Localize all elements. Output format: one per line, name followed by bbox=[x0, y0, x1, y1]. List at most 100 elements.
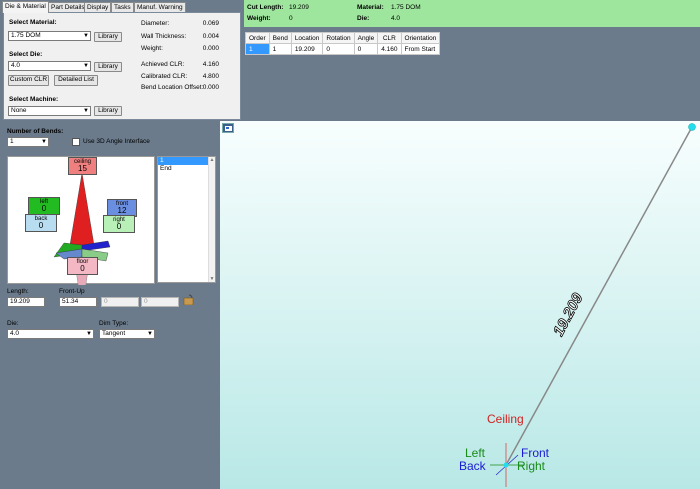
bend-table-header: Order Bend Location Rotation Angle CLR O… bbox=[245, 32, 441, 44]
list-item[interactable]: End bbox=[158, 165, 215, 173]
length-label: Length: bbox=[7, 288, 29, 295]
table-cell[interactable]: 0 bbox=[322, 43, 355, 55]
die-select-value: 4.0 bbox=[11, 62, 21, 69]
die-library-button[interactable]: Library bbox=[94, 62, 122, 72]
orient-front: Front bbox=[521, 446, 550, 460]
tube-end-point[interactable] bbox=[688, 123, 696, 131]
achieved-clr-value: 4.160 bbox=[202, 61, 219, 68]
material-select[interactable]: 1.75 DOM ▼ bbox=[8, 31, 91, 41]
material-value: 1.75 DOM bbox=[391, 4, 421, 11]
table-cell[interactable]: From Start bbox=[400, 43, 441, 55]
table-cell[interactable]: 0 bbox=[353, 43, 379, 55]
wall-thickness-value: 0.004 bbox=[202, 33, 219, 40]
die-label: Die: bbox=[357, 15, 370, 22]
front-value: 12 bbox=[117, 206, 127, 215]
tube-line bbox=[505, 126, 693, 466]
weight-label: Weight: bbox=[247, 15, 271, 22]
left-value: 0 bbox=[41, 204, 47, 213]
right-box[interactable]: right 0 bbox=[103, 215, 135, 233]
column-header[interactable]: Order bbox=[245, 32, 270, 44]
table-cell[interactable]: 1 bbox=[245, 43, 270, 55]
bend-die-value: 4.0 bbox=[10, 330, 20, 337]
diameter-value: 0.069 bbox=[202, 20, 219, 27]
direction-widget: ceiling 15 left 0 front 12 back 0 right 0 flo… bbox=[7, 156, 155, 285]
tab-tasks[interactable]: Tasks bbox=[111, 2, 134, 12]
bend-table: Order Bend Location Rotation Angle CLR O… bbox=[245, 32, 441, 55]
bend-location-offset-value: 0.000 bbox=[202, 84, 219, 91]
viewport-3d[interactable]: 19.209 Ceiling Left Front Back Right bbox=[220, 121, 700, 489]
chevron-down-icon: ▼ bbox=[86, 331, 92, 337]
column-header[interactable]: Angle bbox=[353, 32, 379, 44]
die-label: Die: bbox=[7, 320, 19, 327]
lock-icon[interactable] bbox=[183, 294, 195, 306]
chevron-down-icon: ▼ bbox=[147, 331, 153, 337]
die-select[interactable]: 4.0 ▼ bbox=[8, 61, 91, 71]
orient-ceiling: Ceiling bbox=[487, 412, 524, 426]
cut-length-value: 19.209 bbox=[289, 4, 309, 11]
dim-type-label: Dim Type: bbox=[99, 320, 129, 327]
select-die-label: Select Die: bbox=[9, 51, 43, 58]
calibrated-clr-value: 4.800 bbox=[202, 73, 219, 80]
back-box[interactable]: back 0 bbox=[25, 214, 57, 232]
column-header[interactable]: Orientation bbox=[400, 32, 441, 44]
die-value: 4.0 bbox=[391, 15, 401, 22]
disabled-input-1: 0 bbox=[101, 297, 139, 307]
column-header[interactable]: Rotation bbox=[322, 32, 355, 44]
machine-library-button[interactable]: Library bbox=[94, 106, 122, 116]
tab-die-material[interactable]: Die & Material bbox=[2, 1, 49, 13]
diameter-label: Diameter: bbox=[141, 20, 170, 27]
right-value: 0 bbox=[116, 222, 122, 231]
dim-type-value: Tangent bbox=[102, 330, 126, 337]
frontup-label: Front-Up bbox=[59, 288, 85, 295]
tab-part-details[interactable]: Part Details bbox=[48, 2, 88, 12]
table-cell[interactable]: 1 bbox=[268, 43, 292, 55]
dim-type-select[interactable]: Tangent ▼ bbox=[99, 329, 155, 339]
use-3d-checkbox[interactable] bbox=[72, 138, 80, 146]
column-header[interactable]: Location bbox=[290, 32, 324, 44]
bends-panel: Number of Bends: 1 ▼ Use 3D Angle Interfa… bbox=[2, 125, 218, 489]
table-row[interactable]: 1 1 19.209 0 0 4.160 From Start bbox=[245, 43, 441, 55]
calibrated-clr-label: Calibrated CLR: bbox=[141, 73, 188, 80]
orient-back: Back bbox=[459, 459, 486, 473]
tube-start-point[interactable] bbox=[503, 462, 509, 468]
chevron-down-icon[interactable]: ▼ bbox=[209, 276, 215, 282]
list-item[interactable]: 1 bbox=[158, 157, 215, 165]
table-cell[interactable]: 4.160 bbox=[377, 43, 402, 55]
material-select-value: 1.75 DOM bbox=[11, 32, 41, 39]
use-3d-label: Use 3D Angle Interface bbox=[83, 138, 150, 145]
ceiling-arrow[interactable] bbox=[69, 172, 95, 250]
die-material-panel: Select Material: 1.75 DOM ▼ Library Selec… bbox=[3, 12, 241, 120]
table-cell[interactable]: 19.209 bbox=[290, 43, 324, 55]
number-of-bends-value: 1 bbox=[10, 138, 14, 145]
weight-label: Weight: bbox=[141, 45, 163, 52]
left-box[interactable]: left 0 bbox=[28, 197, 60, 215]
length-input[interactable]: 19.209 bbox=[7, 297, 45, 307]
summary-bar: Cut Length: 19.209 Weight: 0 Material: 1… bbox=[244, 0, 700, 27]
ceiling-box[interactable]: ceiling 15 bbox=[68, 157, 97, 175]
frontup-input[interactable]: 51.34 bbox=[59, 297, 97, 307]
disabled-input-2: 0 bbox=[141, 297, 179, 307]
number-of-bends-label: Number of Bends: bbox=[7, 128, 64, 135]
bend-die-select[interactable]: 4.0 ▼ bbox=[7, 329, 94, 339]
chevron-down-icon: ▼ bbox=[83, 108, 89, 114]
machine-select[interactable]: None ▼ bbox=[8, 106, 91, 116]
column-header[interactable]: CLR bbox=[377, 32, 402, 44]
tab-display[interactable]: Display bbox=[84, 2, 112, 12]
tab-manuf-warning[interactable]: Manuf. Warning bbox=[134, 2, 186, 12]
column-header[interactable]: Bend bbox=[268, 32, 292, 44]
material-library-button[interactable]: Library bbox=[94, 32, 122, 42]
chevron-down-icon: ▼ bbox=[83, 63, 89, 69]
list-scrollbar[interactable]: ▲ ▼ bbox=[208, 157, 215, 282]
floor-box[interactable]: floor 0 bbox=[67, 257, 98, 275]
chevron-down-icon: ▼ bbox=[83, 33, 89, 39]
wall-thickness-label: Wall Thickness: bbox=[141, 33, 187, 40]
select-machine-label: Select Machine: bbox=[9, 96, 59, 103]
detailed-list-button[interactable]: Detailed List bbox=[54, 75, 98, 86]
custom-clr-button[interactable]: Custom CLR bbox=[8, 75, 49, 86]
material-label: Material: bbox=[357, 4, 384, 11]
cut-length-label: Cut Length: bbox=[247, 4, 284, 11]
chevron-up-icon[interactable]: ▲ bbox=[209, 157, 215, 163]
floor-value: 0 bbox=[80, 264, 85, 273]
bend-list[interactable]: 1 End ▲ ▼ bbox=[157, 156, 216, 283]
number-of-bends-select[interactable]: 1 ▼ bbox=[7, 137, 49, 147]
